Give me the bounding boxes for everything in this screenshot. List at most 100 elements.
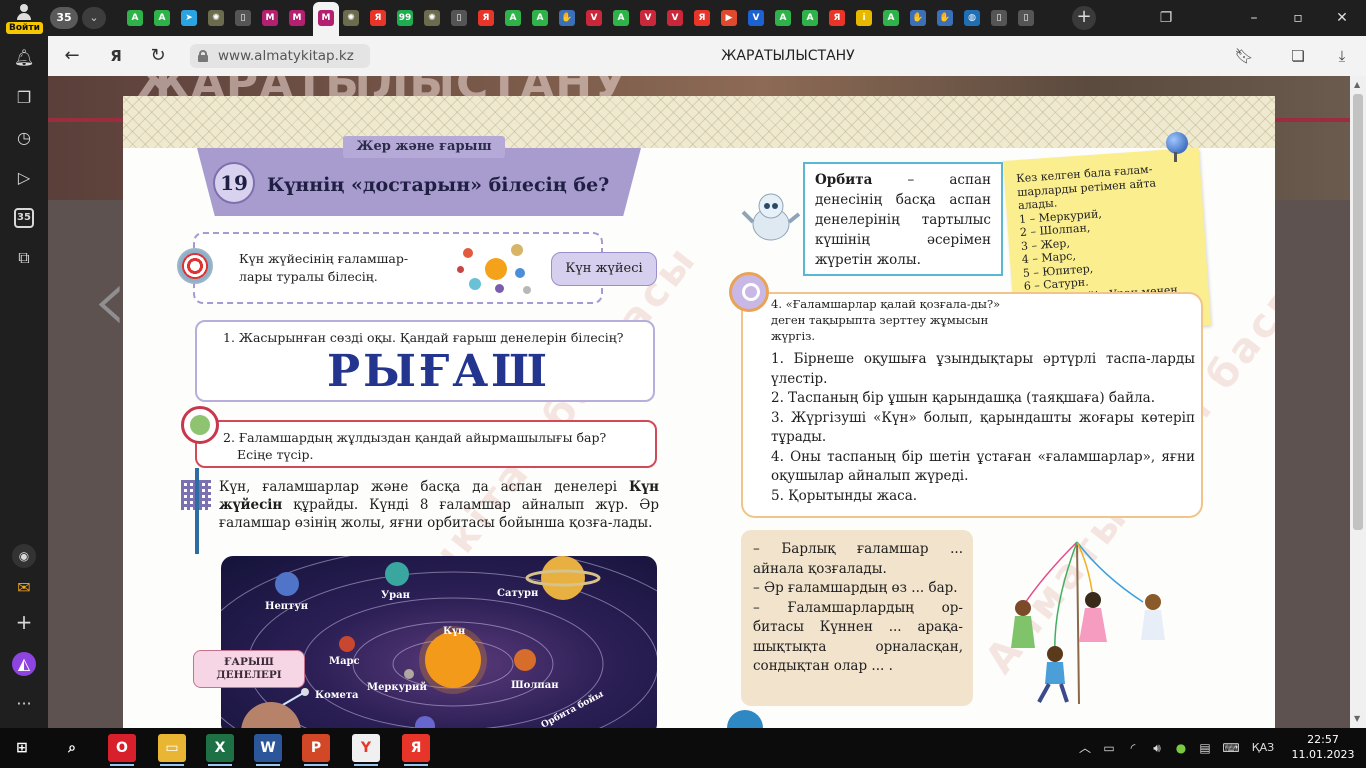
tab-document-icon[interactable]: ▯ <box>988 6 1010 30</box>
tab-telegram-icon[interactable]: ➤ <box>178 6 200 30</box>
tab-document-icon[interactable]: ▯ <box>448 6 470 30</box>
download-icon[interactable]: ⤓ <box>1330 44 1354 68</box>
yandex-home-icon[interactable]: Я <box>104 44 128 68</box>
alice-icon[interactable]: ◭ <box>12 652 36 676</box>
login-button[interactable]: Войти <box>4 3 44 34</box>
language-indicator[interactable]: ҚАЗ <box>1248 734 1278 762</box>
clock[interactable]: 22:57 11.01.2023 <box>1286 732 1360 762</box>
solar-system-paragraph: Күн, ғаламшарлар және басқа да аспан ден… <box>219 478 659 532</box>
volume-icon[interactable]: 🔊︎ <box>1148 734 1166 762</box>
start-icon[interactable]: ⊞ <box>8 734 36 762</box>
maximize-button[interactable]: ▫ <box>1288 8 1308 28</box>
tabs-badge[interactable]: 35 <box>14 208 34 228</box>
yandex-icon: Я <box>370 10 386 26</box>
file-explorer-icon[interactable]: ▭ <box>158 734 186 766</box>
tab-hand-icon[interactable]: ✋ <box>556 6 578 30</box>
question-2-line-1: 2. Ғаламшардың жұлдыздан қандай айырмашы… <box>223 430 607 445</box>
collections-icon[interactable]: ❐ <box>12 86 36 110</box>
tab-document-icon[interactable]: ▯ <box>232 6 254 30</box>
tab-blue-v-icon[interactable]: V <box>745 6 767 30</box>
tab-count-button[interactable]: 35 <box>50 7 78 29</box>
keyboard-icon[interactable]: ⌨ <box>1222 734 1240 762</box>
excel-icon[interactable]: X <box>206 734 234 766</box>
tab-shield-red-icon[interactable]: V <box>664 6 686 30</box>
add-icon[interactable]: + <box>12 610 36 634</box>
tab-yandex-icon[interactable]: Я <box>475 6 497 30</box>
tab-android-green-icon[interactable]: A <box>502 6 524 30</box>
scroll-down-icon[interactable]: ▼ <box>1354 714 1360 723</box>
label-mercury: Меркурий <box>367 682 427 693</box>
tab-android-green-icon[interactable]: A <box>529 6 551 30</box>
tab-android-green-icon[interactable]: A <box>610 6 632 30</box>
goal-box: Күн жүйесінің ғаламшар-лары туралы білес… <box>193 232 603 304</box>
bell-icon[interactable]: 🔔︎ <box>12 46 36 70</box>
shield-red-icon: V <box>640 10 656 26</box>
tab-gear-icon[interactable]: ✺ <box>205 6 227 30</box>
previous-page-arrow[interactable]: ‹ <box>92 256 142 346</box>
tab-document-icon[interactable]: ▯ <box>1015 6 1037 30</box>
document-icon: ▯ <box>991 10 1007 26</box>
back-button[interactable]: ← <box>60 44 84 68</box>
tab-info-icon[interactable]: i <box>853 6 875 30</box>
alice-widget-icon[interactable]: ◉ <box>12 544 36 568</box>
space-label-line-2: ДЕНЕЛЕРІ <box>216 669 282 681</box>
yandex-icon: Я <box>478 10 494 26</box>
tab-gear-icon[interactable]: ✺ <box>421 6 443 30</box>
research-task-heading: 4. «Ғаламшарлар қалай қозғала-ды?» деген… <box>771 297 1001 343</box>
tab-hand-icon[interactable]: ✋ <box>934 6 956 30</box>
question-1-text: 1. Жасырынған сөзді оқы. Қандай ғарыш де… <box>223 330 624 345</box>
new-tab-button[interactable]: + <box>1072 6 1096 30</box>
yandex-icon[interactable]: Я <box>402 734 430 766</box>
tab-android-green-icon[interactable]: A <box>124 6 146 30</box>
more-icon[interactable]: ··· <box>12 692 36 716</box>
tab-magenta-site-icon[interactable]: M <box>259 6 281 30</box>
tab-android-green-icon[interactable]: A <box>799 6 821 30</box>
word-icon[interactable]: W <box>254 734 282 766</box>
tab-magenta-site-icon[interactable]: M <box>313 2 339 36</box>
tab-media-icon[interactable]: ▶ <box>718 6 740 30</box>
play-icon[interactable]: ▷ <box>12 166 36 190</box>
tab-globe-icon[interactable]: ◍ <box>961 6 983 30</box>
tab-android-green-icon[interactable]: A <box>151 6 173 30</box>
opera-icon[interactable]: O <box>108 734 136 766</box>
reload-button[interactable]: ↻ <box>146 44 170 68</box>
search-icon[interactable]: ⌕ <box>58 734 86 762</box>
tab-magenta-site-icon[interactable]: M <box>286 6 308 30</box>
tab-shield-red-icon[interactable]: V <box>637 6 659 30</box>
show-hidden-icons[interactable]: ︿ <box>1076 734 1094 762</box>
notification-icon[interactable]: ▤ <box>1196 734 1214 762</box>
chevron-down-icon[interactable]: ⌄ <box>82 7 106 29</box>
wifi-icon[interactable]: ◜ <box>1124 734 1142 762</box>
gear-icon: ✺ <box>424 10 440 26</box>
magenta-site-icon: M <box>318 10 334 26</box>
scroll-thumb[interactable] <box>1353 94 1363 530</box>
screenshot-icon[interactable]: ⧉ <box>12 246 36 270</box>
page-scrollbar[interactable]: ▲ ▼ <box>1350 76 1366 728</box>
bookmark-icon[interactable]: 🔖︎ <box>1232 44 1256 68</box>
tab-yandex-icon[interactable]: Я <box>367 6 389 30</box>
tab-whatsapp-icon[interactable]: 99 <box>394 6 416 30</box>
tab-android-green-icon[interactable]: A <box>772 6 794 30</box>
tab-gear-icon[interactable]: ✺ <box>340 6 362 30</box>
powerpoint-icon[interactable]: P <box>302 734 330 766</box>
browser-sidebar: 🔔︎ ❐ ◷ ▷ 35 ⧉ ◉ ✉ + ◭ ··· <box>0 36 48 728</box>
reader-icon[interactable]: ❏ <box>1286 44 1310 68</box>
tab-yandex-icon[interactable]: Я <box>826 6 848 30</box>
close-button[interactable]: ✕ <box>1332 8 1352 28</box>
media-icon: ▶ <box>721 10 737 26</box>
minimize-button[interactable]: – <box>1244 8 1264 28</box>
scroll-up-icon[interactable]: ▲ <box>1354 80 1360 89</box>
tab-shield-red-icon[interactable]: V <box>583 6 605 30</box>
tab-yandex-icon[interactable]: Я <box>691 6 713 30</box>
tab-manager-icon[interactable]: ❐ <box>1156 8 1176 28</box>
security-icon[interactable]: ● <box>1172 734 1190 762</box>
tab-android-green-icon[interactable]: A <box>880 6 902 30</box>
history-icon[interactable]: ◷ <box>12 126 36 150</box>
fill-item: – Әр ғаламшардың өз ... бар. <box>753 580 958 596</box>
url-field[interactable]: www.almatykitap.kz <box>190 44 370 68</box>
battery-icon[interactable]: ▭ <box>1100 734 1118 762</box>
telegram-icon: ➤ <box>181 10 197 26</box>
mail-icon[interactable]: ✉ <box>12 576 36 600</box>
yandex-browser-icon[interactable]: Y <box>352 734 380 766</box>
tab-hand-icon[interactable]: ✋ <box>907 6 929 30</box>
